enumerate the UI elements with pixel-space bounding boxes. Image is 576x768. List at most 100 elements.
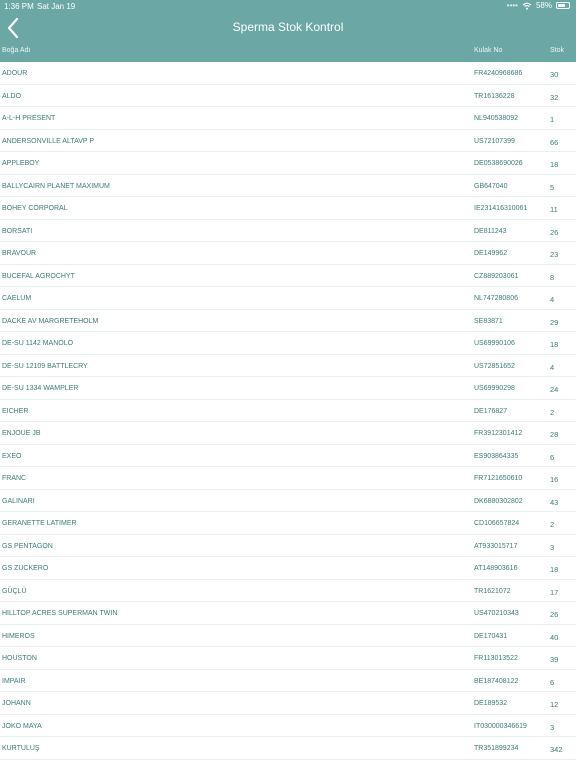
stock-count: 18 [550, 160, 559, 169]
bull-name: DE-SU 1142 MANOLO [2, 340, 74, 347]
ear-number: US72851652 [474, 362, 515, 370]
bull-name: DACKE AV MARGRETEHOLM [2, 317, 99, 325]
stock-count: 39 [550, 655, 559, 664]
table-row[interactable]: DE-SU 12109 BATTLECRY US72851652 4 [0, 355, 576, 377]
table-row[interactable]: GERANETTE LATIMER CD106657824 2 [0, 512, 576, 535]
table-row[interactable]: IMPAIR BE187408122 6 [0, 670, 576, 692]
table-row[interactable]: GALINARI DK6880302802 43 [0, 490, 576, 512]
bull-name: ANDERSONVILLE ALTAVP P [2, 137, 95, 145]
ear-number: US69990298 [474, 385, 515, 392]
table-row[interactable]: DACKE AV MARGRETEHOLM SE83871 29 [0, 310, 576, 332]
stock-count: 6 [550, 677, 555, 687]
table-row[interactable]: ANDERSONVILLE ALTAVP P US72107399 66 [0, 130, 576, 152]
bull-name: BALLYCAIRN PLANET MAXIMUM [2, 182, 110, 190]
bull-name: BORSATI [2, 227, 33, 235]
stock-count: 2 [550, 407, 555, 417]
bull-name: HIMEROS [2, 632, 35, 640]
table-row[interactable]: CAELUM NL747280806 4 [0, 287, 576, 310]
table-row[interactable]: GÜÇLÜ TR1621072 17 [0, 580, 576, 602]
column-header-ear-no: Kulak No [474, 47, 503, 54]
table-row[interactable]: BRAVOUR DE149962 23 [0, 242, 576, 265]
table-row[interactable]: ENJOUE JB FR3912301412 28 [0, 422, 576, 445]
stock-count: 6 [550, 452, 555, 462]
stock-count: 17 [550, 587, 559, 597]
table-row[interactable]: GS PENTAGON AT933015717 3 [0, 535, 576, 557]
stock-count: 26 [550, 610, 559, 619]
nav-header: 1:36 PM Sat Jan 19 •••• 58% Sperma Stok … [0, 0, 576, 62]
bull-name: GALINARI [2, 497, 35, 505]
table-row[interactable]: BORSATI DE811243 26 [0, 220, 576, 242]
stock-count: 8 [550, 272, 555, 282]
table-row[interactable]: FRANC FR7121650610 16 [0, 467, 576, 490]
ear-number: CZ889203061 [474, 272, 519, 280]
ear-number: DE170431 [474, 632, 508, 640]
bull-name: GERANETTE LATIMER [2, 520, 77, 527]
table-row[interactable]: JOHANN DE189532 12 [0, 692, 576, 715]
stock-count: 16 [550, 475, 559, 484]
stock-count: 23 [550, 250, 559, 259]
stock-count: 29 [550, 317, 559, 327]
stock-count: 30 [550, 70, 559, 79]
status-date: Sat Jan 19 [37, 2, 76, 11]
bull-name: IMPAIR [2, 677, 26, 685]
ear-number: US69990106 [474, 340, 515, 347]
page-title: Sperma Stok Kontrol [232, 20, 344, 34]
ear-number: TR1621072 [474, 587, 511, 595]
ear-number: FR7121650610 [474, 475, 523, 482]
bull-name: ALDO [2, 92, 22, 100]
bull-name: EXEO [2, 452, 22, 460]
ear-number: TR351899234 [474, 745, 519, 752]
bull-name: BOHEY CORPORAL [2, 205, 68, 212]
status-bar: 1:36 PM Sat Jan 19 •••• 58% [0, 0, 576, 12]
stock-count: 2 [550, 520, 555, 529]
stock-count: 1 [550, 115, 555, 124]
table-row[interactable]: EXEO ES903864335 6 [0, 445, 576, 467]
bull-name: EICHER [2, 407, 29, 415]
table-row[interactable]: ALDO TR16136228 32 [0, 85, 576, 107]
status-right: •••• 58% [507, 1, 570, 10]
ear-number: DE189532 [474, 700, 508, 707]
bull-name: ENJOUE JB [2, 430, 41, 437]
stock-count: 28 [550, 430, 559, 439]
stock-count: 66 [550, 137, 559, 147]
stock-count: 4 [550, 295, 555, 304]
ear-number: AT148903616 [474, 565, 518, 572]
table-row[interactable]: DE-SU 1334 WAMPLER US69990298 24 [0, 377, 576, 400]
ear-number: BE187408122 [474, 677, 519, 685]
ear-number: GB647040 [474, 182, 508, 190]
ear-number: ES903864335 [474, 452, 519, 460]
status-time: 1:36 PM [4, 2, 34, 11]
battery-percent: 58% [535, 1, 552, 10]
table-row[interactable]: BOHEY CORPORAL IE231416310061 11 [0, 197, 576, 220]
ear-number: DE149962 [474, 250, 508, 257]
bull-name: ADOUR [2, 70, 28, 77]
stock-count: 40 [550, 632, 559, 642]
column-header-name: Boğa Adı [2, 47, 31, 54]
ear-number: DK6880302802 [474, 497, 523, 505]
bull-name: APPLEBOY [2, 160, 40, 167]
bull-name: HILLTOP ACRES SUPERMAN TWIN [2, 610, 118, 617]
stock-count: 32 [550, 92, 559, 102]
bull-name: BRAVOUR [2, 250, 37, 257]
bull-name: DE-SU 12109 BATTLECRY [2, 362, 88, 370]
table-row[interactable]: APPLEBOY DE0538690026 18 [0, 152, 576, 175]
table-row[interactable]: BUCEFAL AGROCHYT CZ889203061 8 [0, 265, 576, 287]
table-row[interactable]: KURTULUŞ TR351899234 342 [0, 737, 576, 760]
table-row[interactable]: HOUSTON FR113013522 39 [0, 647, 576, 670]
bull-name: CAELUM [2, 295, 32, 302]
table-row[interactable]: ADOUR FR4240968686 30 [0, 62, 576, 85]
stock-count: 5 [550, 182, 555, 192]
table-row[interactable]: EICHER DE176827 2 [0, 400, 576, 422]
bull-list[interactable]: ADOUR FR4240968686 30 ALDO TR16136228 32 A-L-H… [0, 62, 576, 760]
table-row[interactable]: HIMEROS DE170431 40 [0, 625, 576, 647]
table-row[interactable]: DE-SU 1142 MANOLO US69990106 18 [0, 332, 576, 355]
table-row[interactable]: BALLYCAIRN PLANET MAXIMUM GB647040 5 [0, 175, 576, 197]
table-row[interactable]: A-L-H PRESENT NL940538092 1 [0, 107, 576, 130]
stock-count: 3 [550, 722, 555, 732]
table-row[interactable]: HILLTOP ACRES SUPERMAN TWIN US470210343 26 [0, 602, 576, 625]
ear-number: AT933015717 [474, 542, 518, 550]
bull-name: HOUSTON [2, 655, 37, 662]
table-row[interactable]: JOKO MAYA IT030000346619 3 [0, 715, 576, 737]
table-row[interactable]: GS ZUCKERO AT148903616 18 [0, 557, 576, 580]
bull-name: DE-SU 1334 WAMPLER [2, 385, 79, 392]
